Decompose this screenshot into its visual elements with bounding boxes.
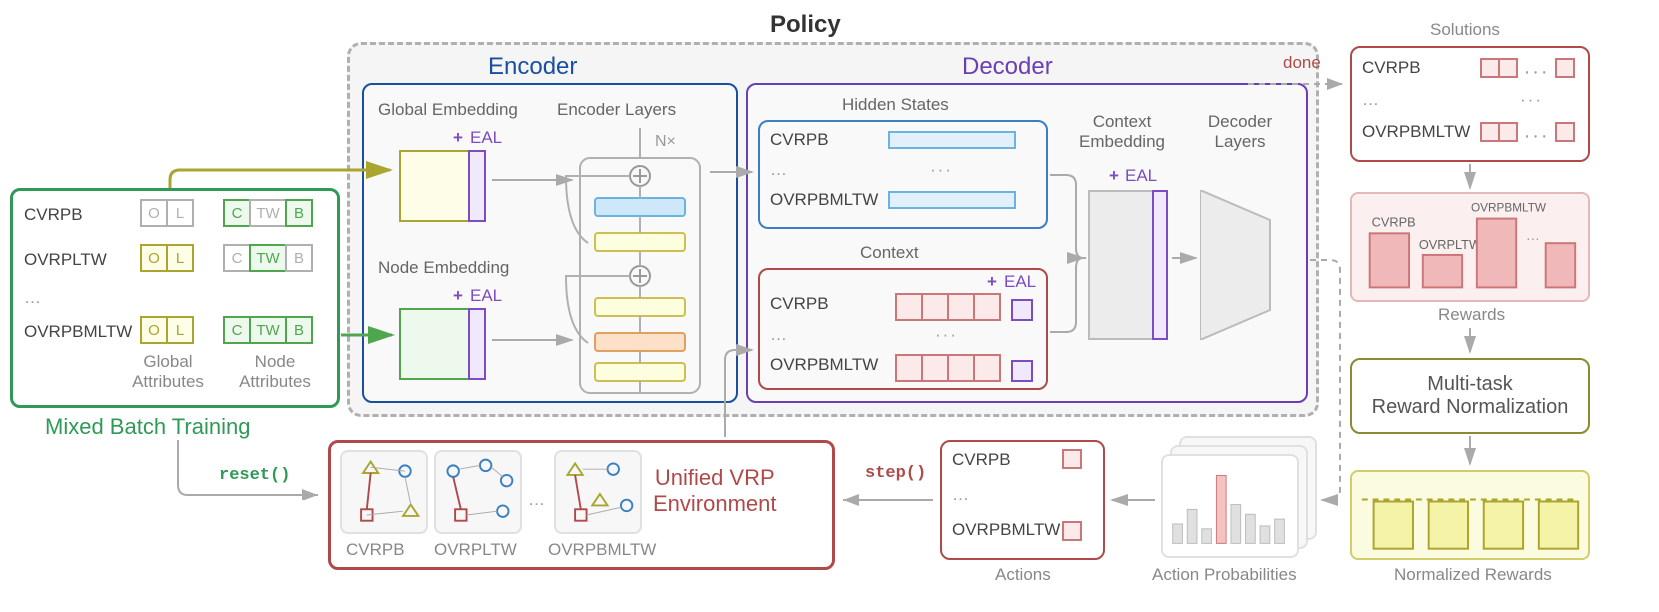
mb-row-3-node: CTWB [223, 316, 311, 344]
context-embedding-eal-block [1152, 190, 1168, 340]
hidden-row-0: CVRPB [770, 130, 829, 150]
node-embedding-eal: EAL [470, 286, 502, 306]
context-row-2: OVRPBMLTW [770, 355, 878, 375]
hidden-bar-2 [888, 191, 1016, 215]
done-arrow [1243, 74, 1349, 94]
encoder-layers-label: Encoder Layers [557, 100, 676, 120]
env-ex-1: OVRPLTW [434, 540, 517, 560]
env-graph-3 [554, 450, 642, 534]
actions-row-2: OVRPBMLTW [952, 520, 1060, 540]
mb-row-1: OVRPLTW [24, 250, 107, 270]
step-label: step() [865, 464, 926, 483]
global-embedding-eal-block [468, 150, 486, 222]
mb-row-0-global: OL [140, 199, 192, 227]
node-embedding-eal-block [468, 308, 486, 380]
context-embedding-plus: + [1109, 166, 1119, 186]
reward-norm-box: Multi-task Reward Normalization [1350, 358, 1590, 434]
global-embedding-label: Global Embedding [378, 100, 518, 120]
sol-row-0: CVRPB [1362, 58, 1421, 78]
hidden-row-2: OVRPBMLTW [770, 190, 878, 210]
context-label: Context [860, 243, 919, 263]
actions-box-2 [1062, 521, 1082, 547]
sol-boxes-0: ··· [1480, 58, 1575, 84]
env-graph-0 [340, 450, 428, 534]
actions-row-0: CVRPB [952, 450, 1011, 470]
node-attr-label: Node Attributes [230, 352, 320, 392]
action-probs-label: Action Probabilities [1152, 565, 1297, 585]
solutions-title: Solutions [1430, 20, 1500, 40]
decoder-layers-shape [1200, 190, 1280, 340]
node-embedding-label: Node Embedding [378, 258, 509, 278]
rewards-label: Rewards [1438, 305, 1505, 325]
actions-box-0 [1062, 449, 1082, 475]
norm-rewards-label: Normalized Rewards [1394, 565, 1552, 585]
hidden-dots-1: ··· [930, 160, 953, 180]
mb-row-3-global: OL [140, 316, 192, 344]
context-row-1: … [770, 325, 789, 345]
mb-row-2: … [24, 288, 43, 308]
norm-rewards-card [1350, 470, 1590, 560]
context-embedding-block [1088, 190, 1156, 340]
env-graph-1 [434, 450, 522, 534]
mb-row-3: OVRPBMLTW [24, 322, 132, 342]
svg-text:OVRPLTW: OVRPLTW [1419, 237, 1481, 252]
env-ex-2: … [528, 490, 547, 510]
svg-text:CVRPB: CVRPB [1372, 214, 1416, 229]
svg-text:···: ··· [1526, 231, 1540, 246]
decoder-layers-label: Decoder Layers [1190, 112, 1290, 152]
global-embedding-plus: + [453, 128, 463, 148]
encoder-title: Encoder [478, 53, 587, 81]
mixed-batch-title: Mixed Batch Training [45, 414, 250, 440]
actions-row-1: … [952, 485, 971, 505]
svg-text:OVRPBMLTW: OVRPBMLTW [1471, 202, 1547, 215]
encoder-layers-diagram: N× [560, 128, 730, 398]
context-embedding-eal: EAL [1125, 166, 1157, 186]
mb-row-0: CVRPB [24, 205, 83, 225]
actions-label: Actions [995, 565, 1051, 585]
global-attr-label: Global Attributes [128, 352, 208, 392]
global-embedding-eal: EAL [470, 128, 502, 148]
reset-arrow [168, 440, 328, 500]
context-eal: EAL [1004, 272, 1036, 292]
hidden-states-label: Hidden States [842, 95, 949, 115]
decoder-title: Decoder [952, 53, 1063, 81]
context-row-0: CVRPB [770, 294, 829, 314]
rewards-card: CVRPB OVRPLTW OVRPBMLTW ··· [1350, 192, 1590, 302]
env-title: Unified VRP Environment [653, 465, 777, 517]
env-ex-3: OVRPBMLTW [548, 540, 656, 560]
sol-row-2: OVRPBMLTW [1362, 122, 1470, 142]
context-embedding-label: Context Embedding [1072, 112, 1172, 152]
context-plus: + [987, 272, 997, 292]
mb-row-1-global: OL [140, 244, 192, 272]
context-chips-2 [895, 354, 1031, 388]
svg-text:N×: N× [655, 133, 676, 150]
hidden-bar-0 [888, 131, 1016, 155]
step-arrow [838, 490, 938, 510]
action-probs-card-1 [1161, 454, 1299, 558]
mb-row-0-node: CTWB [223, 199, 311, 227]
context-chips-0 [895, 293, 1031, 327]
sol-dots-1: ··· [1520, 90, 1543, 110]
sol-row-1: … [1362, 90, 1381, 110]
context-dots-1: ··· [935, 325, 958, 345]
sol-boxes-2: ··· [1480, 122, 1575, 148]
policy-title: Policy [770, 11, 841, 39]
hidden-row-1: … [770, 160, 789, 180]
mb-row-1-node: CTWB [223, 244, 311, 272]
node-embedding-plus: + [453, 286, 463, 306]
done-label: done [1283, 53, 1321, 73]
env-ex-0: CVRPB [346, 540, 405, 560]
